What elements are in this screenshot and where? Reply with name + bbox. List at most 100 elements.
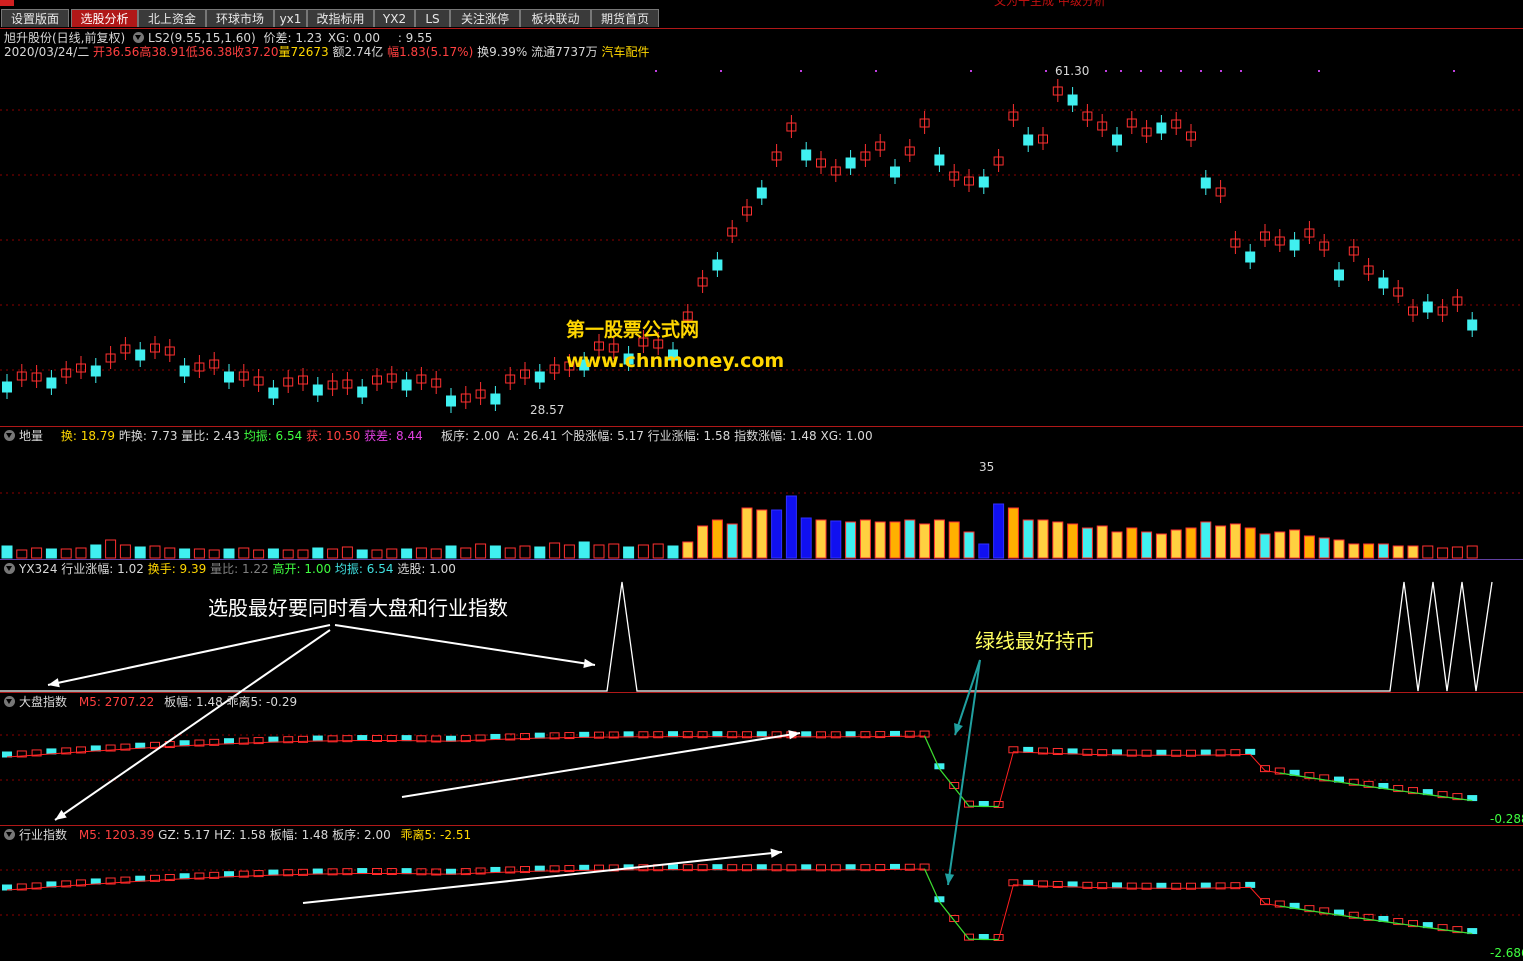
volume-bar bbox=[697, 525, 709, 559]
candle-body bbox=[179, 365, 190, 377]
panel-menu-icon[interactable] bbox=[4, 696, 15, 707]
annotation-select-stocks: 选股最好要同时看大盘和行业指数 bbox=[208, 596, 508, 620]
volume-bar bbox=[845, 521, 857, 559]
candle-body bbox=[845, 157, 856, 169]
volume-bar bbox=[1037, 519, 1049, 559]
market-candle bbox=[623, 731, 634, 738]
volume-bar bbox=[1377, 543, 1389, 559]
annotation-arrow bbox=[47, 624, 331, 686]
volume-bar bbox=[371, 549, 383, 559]
industry-candle bbox=[1112, 882, 1122, 889]
market-candle bbox=[890, 730, 900, 737]
annotation-arrow-head bbox=[48, 678, 60, 688]
annotation-arrow-teal bbox=[954, 659, 981, 736]
volume-bar bbox=[179, 548, 191, 559]
volume-bar bbox=[593, 544, 605, 559]
annotation-green-line: 绿线最好持币 bbox=[975, 629, 1095, 653]
candle-body bbox=[978, 176, 989, 188]
candle-body bbox=[756, 187, 767, 199]
annotation-arrow-teal-head bbox=[954, 723, 963, 735]
vol-item2: XG: 1.00 bbox=[820, 429, 873, 443]
volume-bar bbox=[90, 544, 102, 559]
signal-dot bbox=[1120, 70, 1122, 72]
signal-dot bbox=[1105, 70, 1107, 72]
volume-bar bbox=[504, 547, 516, 559]
volume-bar bbox=[282, 549, 294, 559]
volume-bar bbox=[1451, 546, 1463, 559]
volume-bar bbox=[475, 543, 487, 559]
market-candle bbox=[357, 735, 368, 742]
watermark-title: 第一股票公式网 bbox=[566, 319, 700, 341]
yx-item: 均振: 6.54 bbox=[334, 562, 394, 576]
industry-item: GZ: 5.17 bbox=[158, 828, 211, 842]
volume-bar bbox=[771, 509, 783, 559]
market-panel-header: 大盘指数 M5: 2707.22 板幅: 1.48 乖离5: -0.29 bbox=[4, 694, 297, 710]
industry-candle bbox=[845, 864, 856, 871]
volume-bar bbox=[341, 546, 353, 559]
market-panel-name[interactable]: 大盘指数 bbox=[19, 695, 67, 709]
vol-item: 昨换: 7.73 bbox=[118, 429, 178, 443]
volume-bar bbox=[519, 545, 531, 559]
annotation-arrow-teal-head bbox=[944, 873, 955, 885]
yx-item: 选股: 1.00 bbox=[397, 562, 456, 576]
candle-body bbox=[1467, 319, 1478, 331]
candle-body bbox=[1289, 239, 1300, 251]
kline-chart-canvas[interactable] bbox=[0, 0, 1523, 957]
signal-dot bbox=[1140, 70, 1142, 72]
volume-bar bbox=[608, 543, 620, 559]
panel-menu-icon[interactable] bbox=[4, 563, 15, 574]
signal-dot bbox=[1180, 70, 1182, 72]
candle-body bbox=[1200, 177, 1211, 189]
volume-bar bbox=[830, 520, 842, 559]
candle-body bbox=[135, 349, 146, 361]
candle-body bbox=[1067, 94, 1078, 106]
market-candle bbox=[1067, 748, 1078, 755]
watermark-url: www.chnmoney.com bbox=[566, 350, 785, 372]
high-price-label: 61.30 bbox=[1055, 64, 1090, 78]
vol-item: 获: 10.50 bbox=[306, 429, 361, 443]
market-candle bbox=[712, 731, 723, 738]
industry-panel-name[interactable]: 行业指数 bbox=[19, 828, 67, 842]
market-candle bbox=[179, 740, 190, 747]
volume-bar bbox=[1259, 533, 1271, 559]
annotation-arrow bbox=[401, 732, 801, 798]
volume-bar bbox=[1229, 523, 1241, 559]
panel-menu-icon[interactable] bbox=[4, 829, 15, 840]
panel-menu-icon[interactable] bbox=[4, 430, 15, 441]
industry-candle bbox=[312, 868, 323, 875]
yx-item: 换手: 9.39 bbox=[147, 562, 207, 576]
volume-bar bbox=[1303, 535, 1315, 559]
yx-panel-name[interactable]: YX324 bbox=[19, 562, 57, 576]
signal-dot bbox=[970, 70, 972, 72]
industry-candle bbox=[179, 873, 190, 880]
industry-candle bbox=[1067, 881, 1078, 888]
volume-bar bbox=[327, 548, 339, 559]
volume-bar bbox=[31, 547, 43, 559]
market-candle bbox=[978, 801, 989, 807]
volume-bar bbox=[1096, 525, 1108, 559]
candle-body bbox=[490, 393, 501, 405]
candle-body bbox=[1245, 251, 1256, 263]
signal-dot bbox=[1160, 70, 1162, 72]
annotation-arrow bbox=[54, 629, 331, 821]
industry-ma-green bbox=[924, 868, 999, 941]
market-candle bbox=[1156, 749, 1167, 756]
vol-panel-name[interactable]: 地量 bbox=[19, 429, 43, 443]
volume-bar bbox=[563, 544, 575, 559]
volume-bar bbox=[267, 548, 279, 559]
industry-item: M5: 1203.39 bbox=[78, 828, 155, 842]
volume-bar bbox=[652, 543, 664, 559]
industry-candle bbox=[1156, 882, 1167, 889]
signal-dot bbox=[1318, 70, 1320, 72]
market-candle bbox=[490, 733, 501, 740]
volume-bar bbox=[164, 547, 176, 559]
volume-bar bbox=[105, 539, 117, 559]
volume-bar bbox=[1348, 543, 1360, 559]
candle-body bbox=[312, 384, 323, 396]
market-candle bbox=[90, 745, 101, 752]
volume-bar bbox=[1200, 521, 1212, 559]
volume-bar bbox=[1437, 547, 1449, 559]
volume-bar bbox=[1333, 539, 1345, 559]
market-candle bbox=[801, 731, 812, 738]
market-candle bbox=[268, 736, 279, 743]
